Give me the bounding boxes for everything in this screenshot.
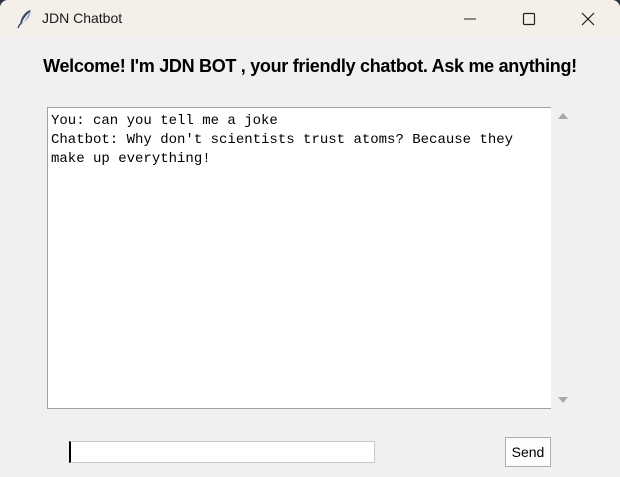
- minimize-icon: [464, 18, 476, 20]
- chat-scrollbar[interactable]: [553, 107, 573, 409]
- chat-message-user: You: can you tell me a joke: [51, 113, 278, 129]
- close-button[interactable]: [560, 0, 616, 38]
- message-input[interactable]: [69, 441, 375, 463]
- welcome-heading: Welcome! I'm JDN BOT , your friendly cha…: [43, 56, 577, 76]
- scroll-up-arrow-icon[interactable]: [558, 113, 568, 119]
- send-button[interactable]: Send: [505, 437, 551, 467]
- feather-icon: [16, 9, 34, 29]
- minimize-button[interactable]: [442, 0, 498, 38]
- maximize-button[interactable]: [501, 0, 557, 38]
- chatbot-window: JDN Chatbot Welcome! I'm JDN BOT , your …: [0, 0, 620, 477]
- maximize-icon: [522, 12, 536, 26]
- title-bar[interactable]: JDN Chatbot: [0, 0, 620, 38]
- scroll-down-arrow-icon[interactable]: [558, 397, 568, 403]
- chat-message-bot: Chatbot: Why don't scientists trust atom…: [51, 132, 522, 167]
- close-icon: [581, 12, 595, 26]
- window-title: JDN Chatbot: [42, 10, 123, 26]
- chat-history[interactable]: You: can you tell me a joke Chatbot: Why…: [47, 107, 551, 409]
